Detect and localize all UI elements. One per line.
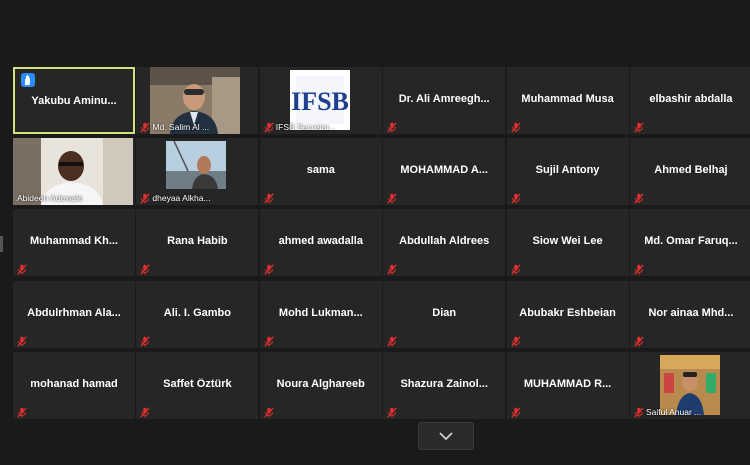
participant-tile[interactable]: mohanad hamad: [13, 351, 135, 419]
participant-name: Md. Omar Faruq...: [644, 235, 738, 248]
mic-muted-icon: [264, 262, 274, 276]
participant-tile[interactable]: Nor ainaa Mhd...: [629, 280, 750, 348]
participant-name: mohanad hamad: [30, 377, 118, 390]
mic-muted-icon: [510, 120, 521, 133]
mic-muted-icon: [634, 405, 644, 418]
participant-name: MUHAMMAD R...: [523, 377, 612, 390]
mic-muted-icon: [140, 262, 151, 276]
participant-tile[interactable]: elbashir abdalla: [629, 67, 750, 134]
participant-name: dheyaa Alkha...: [152, 193, 211, 204]
participant-name: Muhammad Kh...: [29, 235, 118, 248]
participant-tile[interactable]: Shazura Zainol...: [383, 351, 506, 419]
mic-muted-icon: [510, 262, 521, 276]
participant-tile[interactable]: Rana Habib: [136, 209, 259, 277]
participant-tile[interactable]: MOHAMMAD A...: [383, 138, 506, 206]
participant-tile[interactable]: Abideen Adewale: [13, 138, 135, 206]
participant-tile[interactable]: Noura Alghareeb: [259, 351, 382, 419]
mic-muted-icon: [387, 405, 397, 418]
mic-muted-icon: [17, 405, 27, 418]
participant-tile[interactable]: Yakubu Aminu...: [13, 67, 135, 134]
svg-text:IFSB: IFSB: [291, 87, 349, 116]
participant-gallery: Yakubu Aminu... Md. Salim Al ... IFSB IFSB …: [13, 67, 750, 419]
participant-name: elbashir abdalla: [649, 93, 733, 105]
participant-name: Yakubu Aminu...: [31, 95, 117, 107]
participant-name: Saffet Öztürk: [163, 377, 232, 390]
mic-muted-icon: [140, 191, 151, 204]
next-page-button[interactable]: [418, 422, 474, 450]
mic-muted-icon: [387, 262, 397, 276]
mic-muted-icon: [264, 120, 274, 133]
mic-muted-icon: [387, 120, 397, 133]
participant-name: Abubakr Eshbeian: [519, 306, 616, 319]
mic-muted-icon: [634, 191, 644, 204]
participant-name: sama: [306, 164, 335, 177]
mic-muted-icon: [387, 334, 397, 347]
participant-name: Abdulrhman Ala...: [27, 306, 121, 319]
participant-name: Noura Alghareeb: [276, 377, 365, 390]
raised-hand-icon: [21, 73, 35, 87]
mic-muted-icon: [140, 405, 151, 418]
participant-tile[interactable]: Saffet Öztürk: [136, 351, 259, 419]
participant-tile[interactable]: dheyaa Alkha...: [136, 138, 259, 206]
participant-tile[interactable]: Abdulrhman Ala...: [13, 280, 135, 348]
chevron-down-icon: [439, 431, 453, 440]
participant-tile[interactable]: Abdullah Aldrees: [383, 209, 506, 277]
mic-muted-icon: [634, 334, 644, 347]
participant-name: MOHAMMAD A...: [400, 164, 488, 177]
mic-muted-icon: [634, 262, 644, 276]
participant-tile[interactable]: Mohd Lukman...: [259, 280, 382, 348]
participant-name: Rana Habib: [167, 235, 228, 248]
mic-muted-icon: [140, 120, 151, 133]
mic-muted-icon: [510, 191, 521, 204]
mic-muted-icon: [264, 191, 274, 204]
mic-muted-icon: [140, 334, 151, 347]
participant-name: Md. Salim Al ...: [152, 122, 210, 132]
participant-tile[interactable]: MUHAMMAD R...: [506, 351, 629, 419]
participant-name: Dr. Ali Amreegh...: [398, 93, 490, 105]
participant-video: IFSB: [289, 70, 350, 130]
participant-name: ahmed awadalla: [278, 235, 363, 248]
participant-video: [659, 354, 720, 415]
participant-tile[interactable]: sama: [259, 138, 382, 206]
participant-tile[interactable]: Sujil Antony: [506, 138, 629, 206]
participant-video: [166, 140, 227, 190]
participant-name: Abdullah Aldrees: [399, 235, 490, 248]
participant-name: Siow Wei Lee: [532, 235, 603, 248]
participant-name: Muhammad Musa: [521, 93, 614, 105]
participant-tile[interactable]: ahmed awadalla: [259, 209, 382, 277]
mic-muted-icon: [510, 405, 521, 418]
participant-tile[interactable]: Saiful Anuar ...: [629, 351, 750, 419]
participant-name: Nor ainaa Mhd...: [648, 306, 734, 319]
participant-name: Saiful Anuar ...: [645, 406, 702, 417]
mic-muted-icon: [387, 191, 397, 204]
participant-name: Ahmed Belhaj: [654, 164, 728, 177]
participant-tile[interactable]: Muhammad Kh...: [13, 209, 135, 277]
gallery-scroll-handle[interactable]: [0, 236, 3, 252]
mic-muted-icon: [17, 334, 27, 347]
participant-name: Shazura Zainol...: [400, 377, 488, 390]
participant-name: Mohd Lukman...: [278, 306, 363, 319]
participant-tile[interactable]: IFSB IFSB Secretar...: [259, 67, 382, 134]
mic-muted-icon: [264, 334, 274, 347]
mic-muted-icon: [634, 120, 644, 133]
mic-muted-icon: [17, 262, 27, 276]
participant-name: IFSB Secretar...: [275, 122, 336, 132]
participant-tile[interactable]: Md. Omar Faruq...: [629, 209, 750, 277]
participant-tile[interactable]: Md. Salim Al ...: [136, 67, 259, 134]
participant-name: Dian: [432, 306, 457, 319]
participant-name: Sujil Antony: [535, 164, 600, 177]
participant-tile[interactable]: Siow Wei Lee: [506, 209, 629, 277]
participant-tile[interactable]: Ahmed Belhaj: [629, 138, 750, 206]
participant-tile[interactable]: Muhammad Musa: [506, 67, 629, 134]
mic-muted-icon: [510, 334, 521, 347]
mic-muted-icon: [264, 405, 274, 418]
participant-tile[interactable]: Dr. Ali Amreegh...: [383, 67, 506, 134]
participant-tile[interactable]: Dian: [383, 280, 506, 348]
participant-name: Ali. I. Gambo: [163, 306, 231, 319]
participant-name: Abideen Adewale: [17, 193, 83, 204]
participant-tile[interactable]: Ali. I. Gambo: [136, 280, 259, 348]
participant-tile[interactable]: Abubakr Eshbeian: [506, 280, 629, 348]
